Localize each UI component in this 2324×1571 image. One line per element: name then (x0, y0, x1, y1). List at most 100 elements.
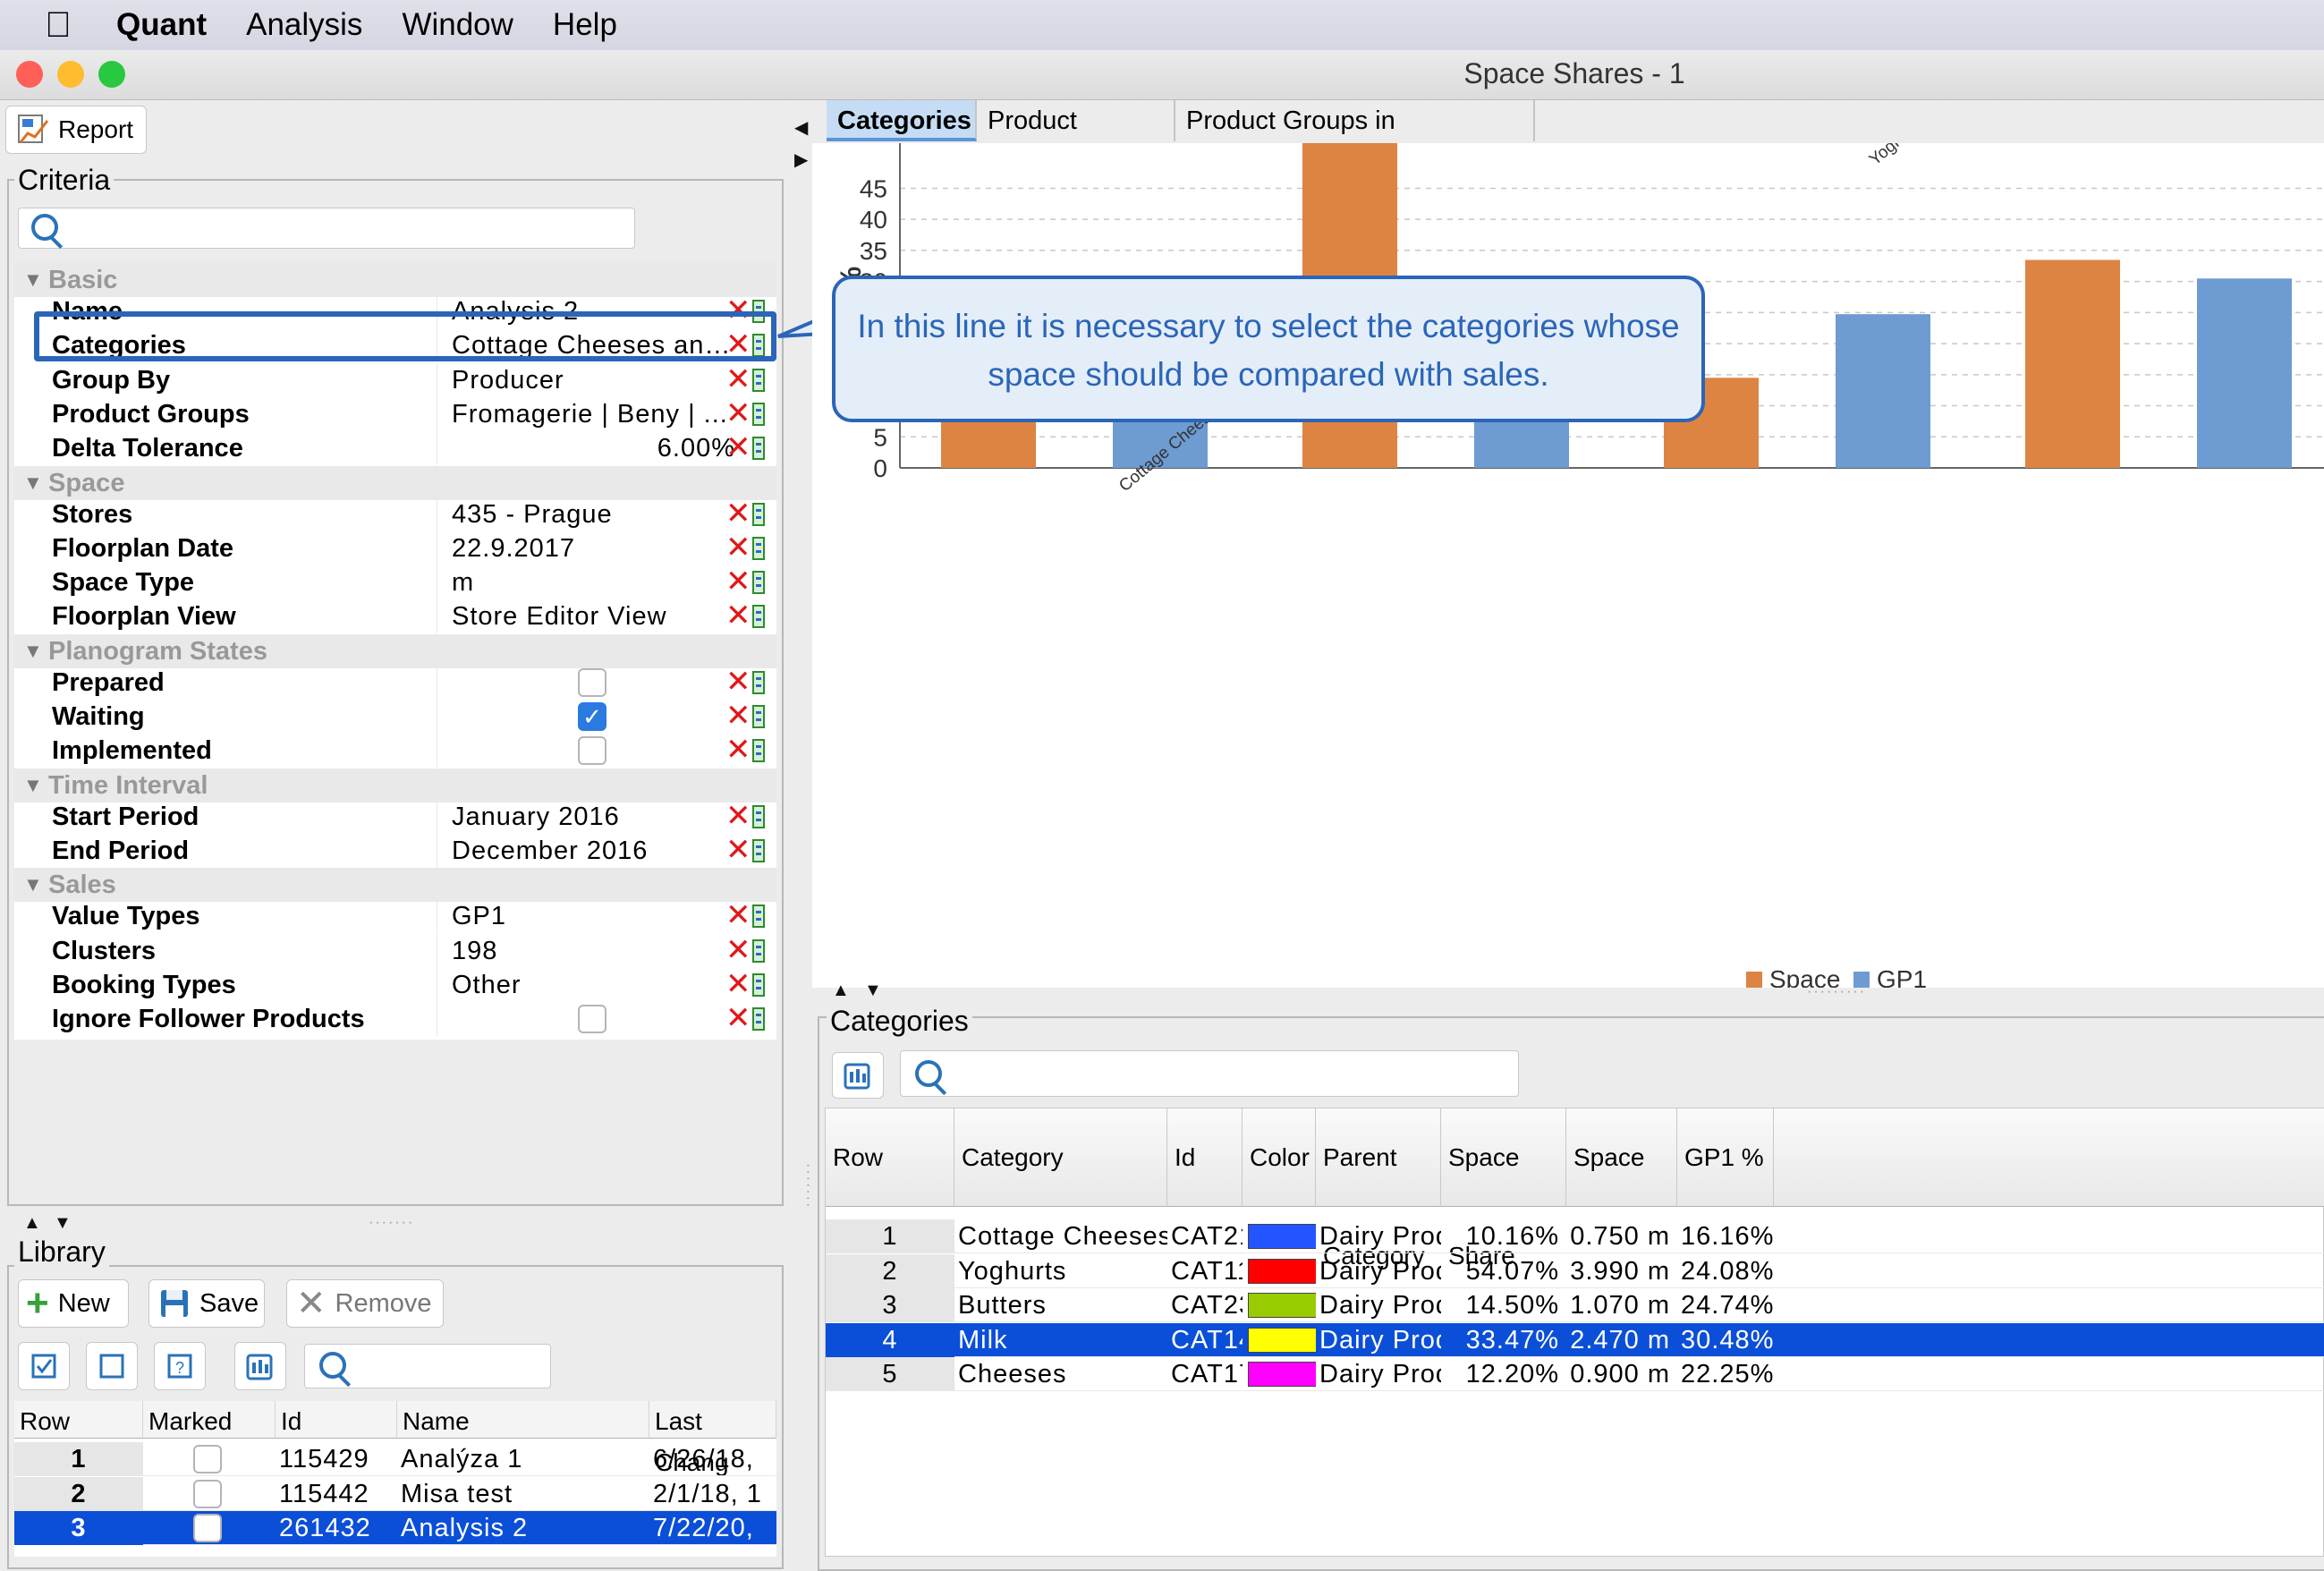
table-row[interactable]: 1 115429 Analýza 1 6/26/18, (14, 1442, 776, 1476)
edit-list-icon[interactable] (752, 402, 765, 426)
table-row[interactable]: 2 115442 Misa test 2/1/18, 1 (14, 1476, 776, 1511)
library-select-button[interactable] (234, 1342, 286, 1390)
property-value[interactable]: December 2016 (437, 833, 741, 868)
menu-help[interactable]: Help (553, 7, 617, 43)
expand-triangle-icon[interactable]: ▼ (23, 263, 43, 297)
table-row[interactable]: 2Yoghurts CAT11 Dairy Products 54.07% 3.990 … (826, 1253, 2324, 1288)
column-header-parent-category[interactable]: Parent Category (1316, 1108, 1441, 1270)
property-value[interactable]: GP1 (437, 899, 741, 934)
expand-down-arrow[interactable]: ▼ (54, 1213, 72, 1234)
clear-icon[interactable]: ✕ (725, 364, 751, 395)
expand-triangle-icon[interactable]: ▼ (23, 868, 43, 902)
clear-icon[interactable]: ✕ (725, 432, 751, 463)
clear-icon[interactable]: ✕ (725, 701, 751, 731)
clear-icon[interactable]: ✕ (725, 667, 751, 697)
expand-triangle-icon[interactable]: ▼ (23, 466, 43, 500)
clear-icon[interactable]: ✕ (725, 532, 751, 563)
edit-list-icon[interactable] (752, 368, 765, 392)
column-header-category-id[interactable]: Id (1167, 1108, 1243, 1207)
mark-all-button[interactable] (18, 1342, 70, 1390)
tab-categories[interactable]: Categories (827, 100, 977, 141)
clear-icon[interactable]: ✕ (725, 900, 751, 930)
library-search-input[interactable] (304, 1344, 551, 1388)
column-header-space-value[interactable]: Space (1566, 1108, 1677, 1207)
edit-list-icon[interactable] (752, 838, 765, 862)
property-value[interactable]: Producer (437, 362, 741, 397)
edit-list-icon[interactable] (752, 571, 765, 595)
marked-checkbox[interactable] (193, 1514, 222, 1542)
marked-checkbox[interactable] (193, 1445, 222, 1473)
column-header-last-changed[interactable]: Last Chang (649, 1401, 776, 1476)
clear-icon[interactable]: ✕ (725, 969, 751, 999)
clear-icon[interactable]: ✕ (725, 735, 751, 765)
property-value[interactable]: January 2016 (437, 799, 741, 834)
edit-list-icon[interactable] (752, 605, 765, 629)
apple-icon[interactable]:  (0, 5, 116, 46)
new-button[interactable]: + New (18, 1279, 129, 1328)
edit-list-icon[interactable] (752, 536, 765, 560)
clear-icon[interactable]: ✕ (725, 1003, 751, 1033)
remove-button[interactable]: ✕ Remove (286, 1279, 444, 1328)
column-header-category-color[interactable]: Color (1243, 1108, 1316, 1207)
vertical-divider-grip[interactable]: ······· (800, 1163, 816, 1209)
edit-list-icon[interactable] (752, 804, 765, 828)
clear-icon[interactable]: ✕ (725, 935, 751, 965)
criteria-search-input[interactable] (18, 208, 635, 249)
clear-icon[interactable]: ✕ (725, 801, 751, 831)
column-header-gp1-percent[interactable]: GP1 % (1677, 1108, 1774, 1207)
clear-icon[interactable]: ✕ (725, 600, 751, 631)
menu-analysis[interactable]: Analysis (246, 7, 362, 43)
expand-triangle-icon[interactable]: ▼ (23, 634, 43, 668)
collapse-left-arrow[interactable]: ◀ (794, 116, 808, 139)
edit-list-icon[interactable] (752, 938, 765, 963)
property-value[interactable]: 22.9.2017 (437, 531, 741, 565)
horizontal-divider-grip[interactable]: ········· (1807, 984, 1866, 1000)
property-value[interactable]: Fromagerie | Beny | ... (437, 396, 741, 431)
table-row[interactable]: 3 261432 Analysis 2 7/22/20, (14, 1511, 776, 1545)
select-categories-button[interactable] (832, 1052, 884, 1099)
clear-icon[interactable]: ✕ (725, 566, 751, 597)
edit-list-icon[interactable] (752, 1007, 765, 1032)
column-header-category-name[interactable]: Category (954, 1108, 1167, 1207)
table-row[interactable]: 5Cheeses CAT17 Dairy Products 12.20% 0.900 m… (826, 1357, 2324, 1391)
menu-window[interactable]: Window (402, 7, 513, 43)
edit-list-icon[interactable] (752, 502, 765, 526)
categories-search-input[interactable] (900, 1050, 1519, 1097)
menu-app[interactable]: Quant (116, 7, 207, 43)
report-button[interactable]: Report (5, 106, 147, 154)
column-header-space-share[interactable]: Space Share (1441, 1108, 1566, 1270)
edit-list-icon[interactable] (752, 437, 765, 461)
property-value[interactable]: 6.00% (437, 431, 741, 466)
property-value[interactable]: Store Editor View (437, 599, 741, 634)
edit-list-icon[interactable] (752, 904, 765, 929)
invert-marks-button[interactable]: ? (154, 1342, 206, 1390)
expand-up-arrow[interactable]: ▲ (23, 1213, 41, 1234)
property-value[interactable]: 198 (437, 933, 741, 968)
table-row[interactable]: 4Milk CAT14 Dairy Products 33.47% 2.470 m 30.… (826, 1322, 2324, 1357)
table-row[interactable]: 3Butters CAT23 Dairy Products 14.50% 1.070 m… (826, 1288, 2324, 1322)
expand-right-arrow[interactable]: ▶ (794, 149, 808, 171)
save-button[interactable]: Save (148, 1279, 265, 1328)
clear-icon[interactable]: ✕ (725, 498, 751, 529)
tab-product-groups[interactable]: Product Groups (977, 100, 1175, 176)
unmark-all-button[interactable] (86, 1342, 138, 1390)
column-header-analysis-id[interactable]: Id (276, 1401, 397, 1439)
edit-list-icon[interactable] (752, 705, 765, 728)
horizontal-divider-grip[interactable]: ······· (369, 1215, 414, 1231)
marked-checkbox[interactable] (193, 1479, 222, 1508)
edit-list-icon[interactable] (752, 670, 765, 694)
expand-down-arrow[interactable]: ▼ (864, 981, 882, 1001)
property-value[interactable]: 435 - Prague (437, 497, 741, 531)
property-checkbox[interactable] (578, 736, 606, 766)
property-checkbox[interactable]: ✓ (578, 702, 606, 731)
property-checkbox[interactable] (578, 667, 606, 697)
edit-list-icon[interactable] (752, 739, 765, 763)
property-checkbox[interactable] (578, 1005, 606, 1034)
column-header-analysis-name[interactable]: Name (397, 1401, 649, 1439)
tab-product-groups-in-categories[interactable]: Product Groups in Categories (1175, 100, 1535, 176)
property-value[interactable]: Other (437, 967, 741, 1002)
clear-icon[interactable]: ✕ (725, 835, 751, 865)
edit-list-icon[interactable] (752, 972, 765, 997)
table-row[interactable]: 1Cottage Cheeses and KefirsCAT21 Dairy Pr… (826, 1219, 2324, 1253)
expand-triangle-icon[interactable]: ▼ (23, 769, 43, 802)
